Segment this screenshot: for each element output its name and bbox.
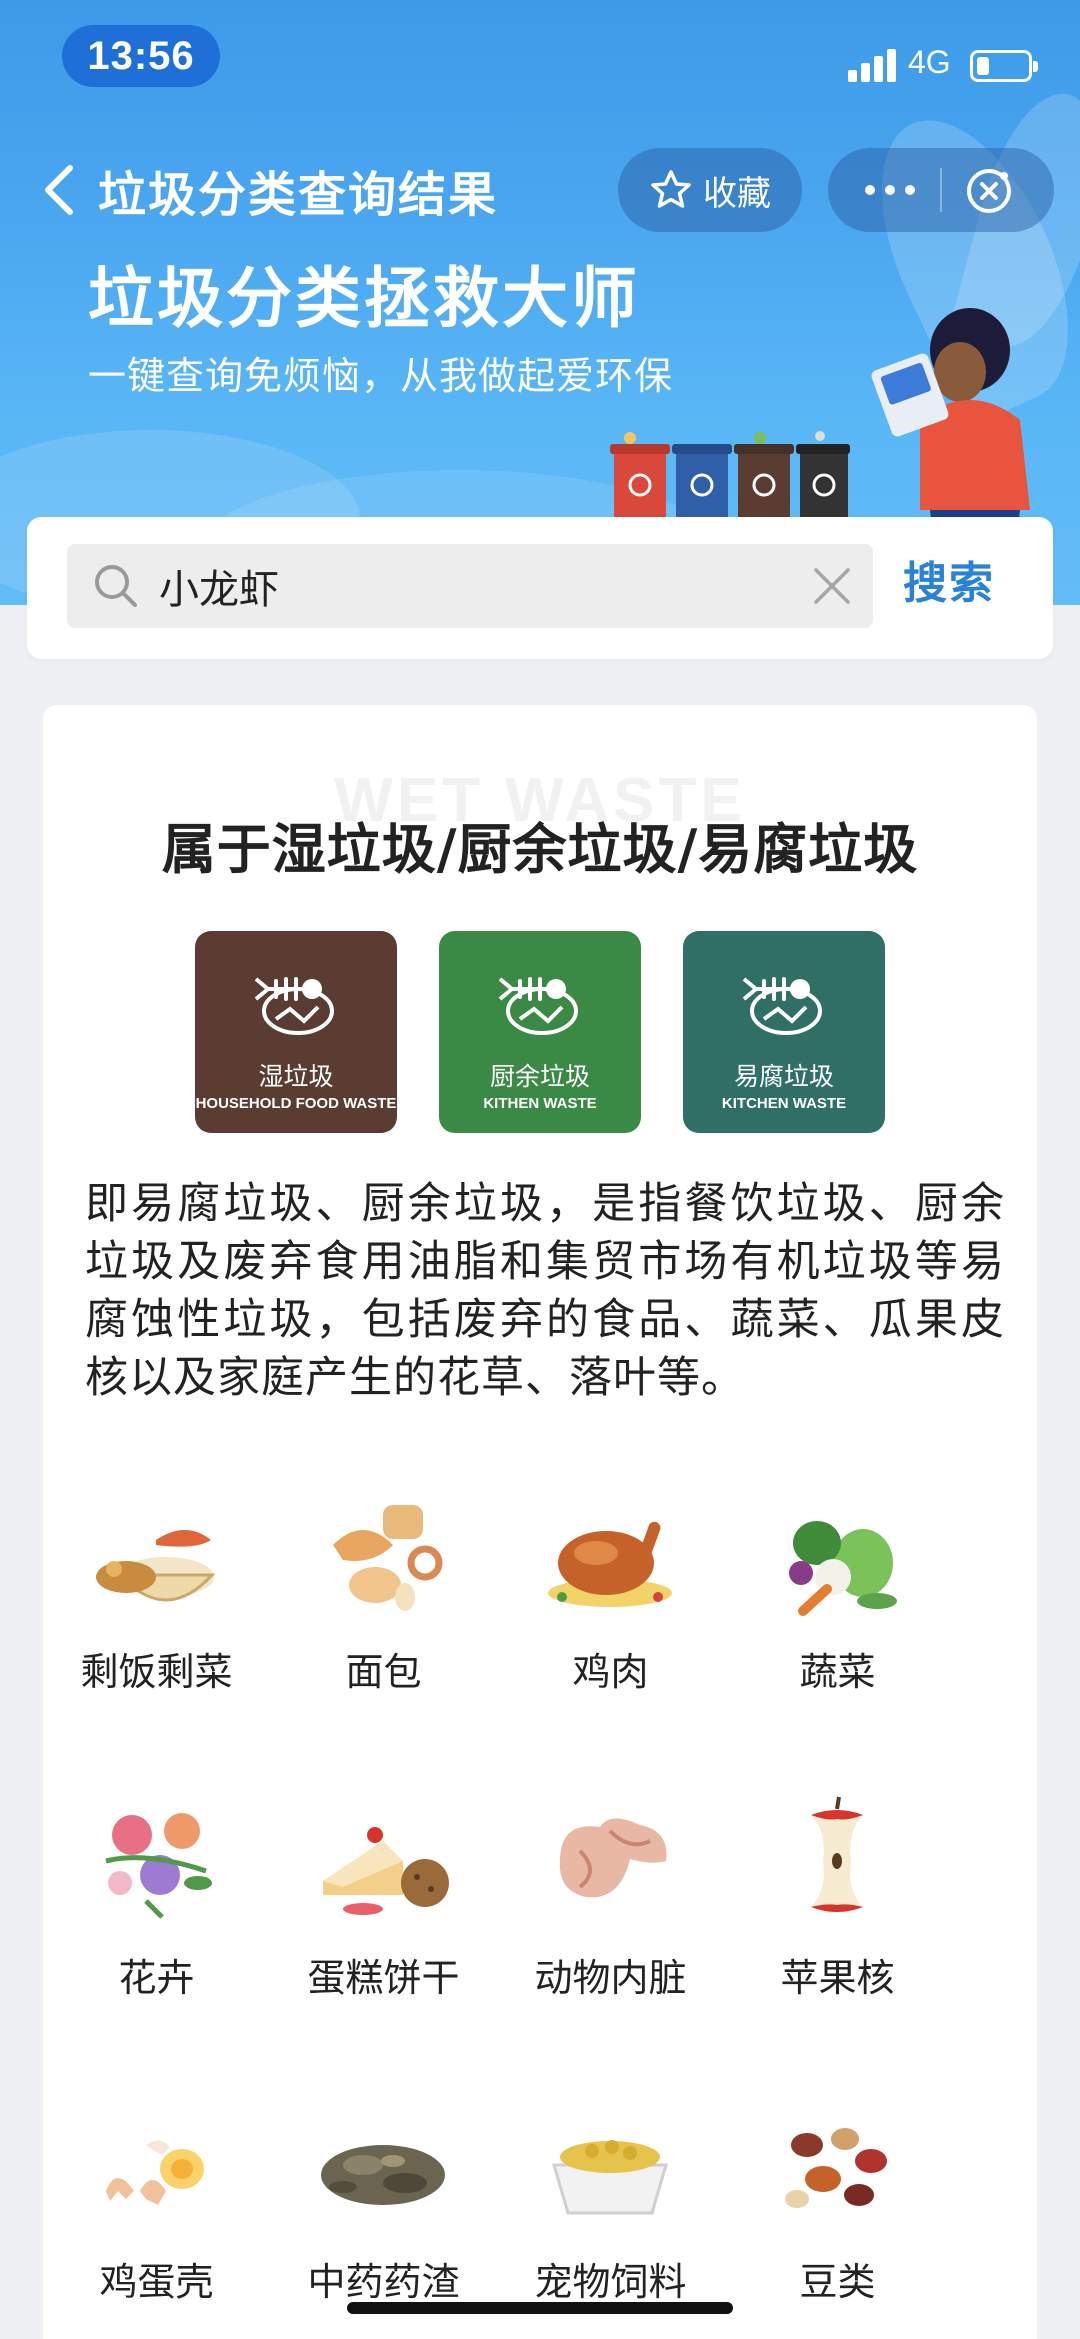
hero-banner: 13:56 4G 垃圾分类查询结果 收藏 垃圾分类拯救大师 一键查询免烦恼，从我… (0, 0, 1080, 605)
status-time: 13:56 (62, 25, 220, 87)
example-item: 面包 (270, 1485, 497, 1735)
fish-bone-icon (742, 977, 822, 1035)
animal-organs-icon (559, 1818, 667, 1898)
capsule-divider (940, 168, 942, 212)
result-card: WET WASTE 属于湿垃圾/厨余垃圾/易腐垃圾 湿垃圾 HOUSEHOLD … (43, 705, 1037, 2339)
mini-program-capsule (828, 148, 1054, 232)
item-label: 蔬菜 (799, 1650, 876, 1694)
badge-label-cn: 湿垃圾 (258, 1062, 334, 1091)
badge-kitchen-waste: 厨余垃圾 KITHEN WASTE (439, 931, 641, 1133)
badge-perishable-waste: 易腐垃圾 KITCHEN WASTE (683, 931, 885, 1133)
example-item: 蔬菜 (724, 1485, 951, 1735)
fish-bone-icon (254, 977, 334, 1035)
hero-subtitle: 一键查询免烦恼，从我做起爱环保 (88, 354, 674, 398)
example-item: 剩饭剩菜 (43, 1485, 270, 1735)
pet-food-icon (552, 2140, 668, 2215)
hero-title: 垃圾分类拯救大师 (88, 260, 640, 337)
item-label: 苹果核 (780, 1956, 895, 2000)
example-item: 苹果核 (724, 1791, 951, 2041)
category-title: 属于湿垃圾/厨余垃圾/易腐垃圾 (161, 818, 919, 881)
flowers-icon (105, 1813, 212, 1919)
item-label: 鸡肉 (572, 1650, 649, 1694)
status-bar: 13:56 4G (0, 0, 1080, 110)
search-button[interactable]: 搜索 (903, 547, 995, 611)
item-label: 鸡蛋壳 (99, 2260, 214, 2304)
beans-icon (785, 2128, 887, 2208)
fish-bone-icon (498, 977, 578, 1035)
search-card: 搜索 (27, 517, 1053, 659)
herb-residue-icon (321, 2145, 445, 2205)
example-item: 鸡肉 (497, 1485, 724, 1735)
vegetables-icon (789, 1521, 897, 1616)
star-icon (651, 170, 691, 208)
favorite-label: 收藏 (703, 173, 771, 214)
cake-cookie-icon (323, 1827, 449, 1915)
more-icon[interactable] (862, 178, 918, 202)
example-item: 花卉 (43, 1791, 270, 2041)
badge-label-cn: 厨余垃圾 (489, 1062, 590, 1091)
badge-household-food-waste: 湿垃圾 HOUSEHOLD FOOD WASTE (195, 931, 397, 1133)
apple-core-icon (811, 1796, 863, 1912)
item-label: 蛋糕饼干 (307, 1956, 460, 2000)
close-icon[interactable] (964, 166, 1014, 216)
category-description: 即易腐垃圾、厨余垃圾，是指餐饮垃圾、厨余垃圾及废弃食用油脂和集贸市场有机垃圾等易… (85, 1179, 1005, 1403)
trash-bins-illustration (610, 431, 850, 520)
item-label: 宠物饲料 (534, 2260, 687, 2304)
badge-label-en: KITCHEN WASTE (721, 1095, 847, 1112)
example-item: 蛋糕饼干 (270, 1791, 497, 2041)
back-arrow-icon[interactable] (40, 160, 80, 220)
battery-icon (970, 50, 1038, 82)
search-input[interactable] (159, 560, 779, 612)
item-label: 豆类 (799, 2260, 876, 2304)
item-label: 花卉 (118, 1956, 195, 2000)
home-indicator[interactable] (347, 2302, 733, 2314)
favorite-button[interactable]: 收藏 (618, 148, 802, 232)
badge-label-en: KITHEN WASTE (483, 1095, 597, 1112)
example-item: 动物内脏 (497, 1791, 724, 2041)
eggshell-icon (106, 2140, 204, 2205)
item-label: 中药药渣 (307, 2260, 460, 2304)
bread-icon (333, 1505, 443, 1611)
item-label: 动物内脏 (534, 1956, 687, 2000)
item-label: 剩饭剩菜 (80, 1650, 233, 1694)
clear-icon[interactable] (812, 566, 852, 606)
leftovers-icon (96, 1530, 216, 1602)
signal-icon (848, 48, 900, 82)
example-item: 豆类 (724, 2095, 951, 2339)
badge-label-en: HOUSEHOLD FOOD WASTE (195, 1095, 397, 1112)
item-label: 面包 (345, 1650, 422, 1694)
search-box[interactable] (67, 544, 873, 628)
network-label: 4G (908, 44, 951, 80)
search-icon (95, 565, 137, 607)
example-item: 鸡蛋壳 (43, 2095, 270, 2339)
chicken-icon (548, 1521, 672, 1607)
badge-label-cn: 易腐垃圾 (733, 1062, 834, 1091)
nav-title: 垃圾分类查询结果 (98, 167, 499, 223)
